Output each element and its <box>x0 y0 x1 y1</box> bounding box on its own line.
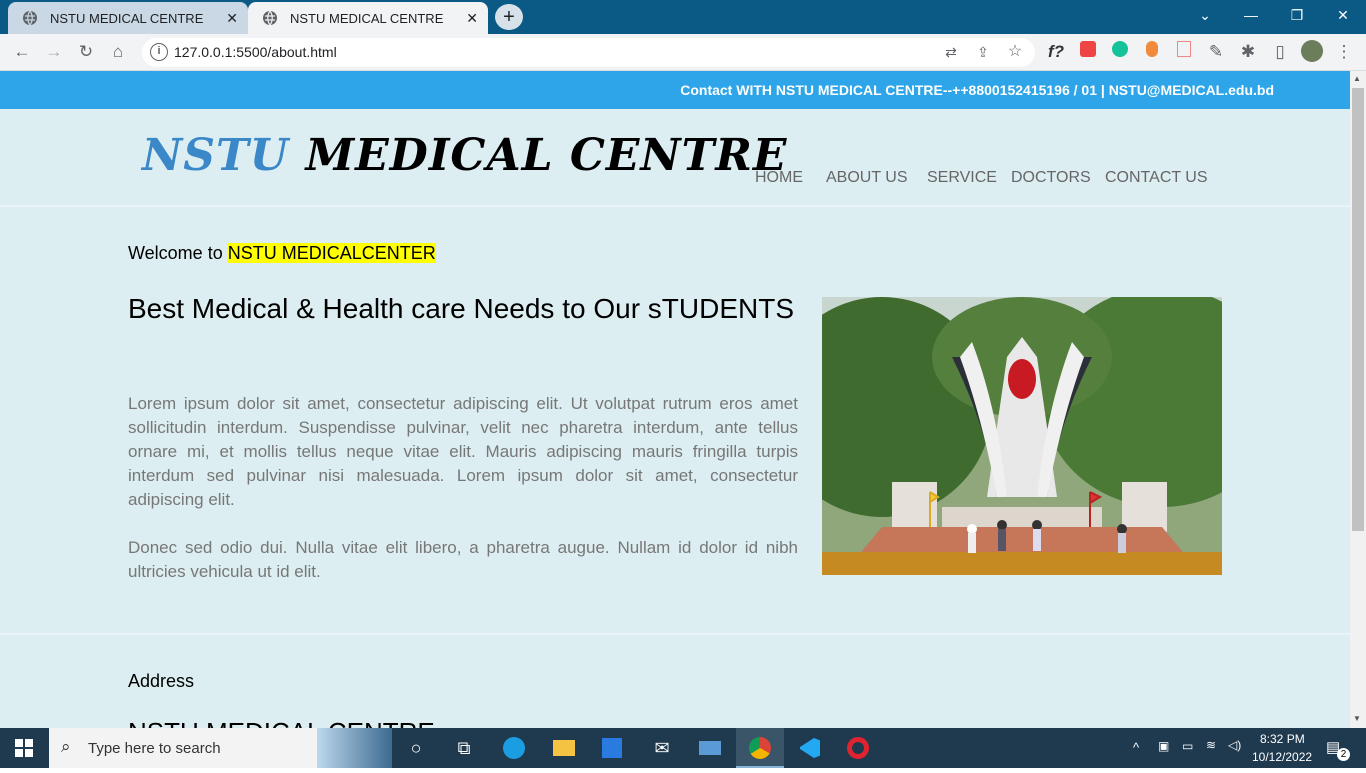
scrollbar-thumb[interactable] <box>1352 88 1364 531</box>
tab-search-chevron-icon[interactable]: ⌄ <box>1182 0 1228 30</box>
scroll-down-arrow-icon[interactable]: ▼ <box>1353 714 1361 723</box>
globe-icon <box>23 10 37 26</box>
meet-now-icon[interactable]: ▣ <box>1158 739 1169 753</box>
mail-icon[interactable]: ✉ <box>638 728 686 768</box>
taskbar-search-box[interactable]: ⌕ Type here to search <box>49 728 392 768</box>
battery-icon[interactable]: ▭ <box>1182 739 1193 753</box>
minimize-button[interactable]: — <box>1228 0 1274 30</box>
new-tab-button[interactable]: + <box>495 4 523 30</box>
microsoft-store-icon[interactable] <box>588 728 636 768</box>
nav-about-us[interactable]: ABOUT US <box>826 169 908 187</box>
web-page: Contact WITH NSTU MEDICAL CENTRE--++8800… <box>0 71 1350 728</box>
site-header: NSTU MEDICAL CENTRE HOME ABOUT US SERVIC… <box>0 109 1350 207</box>
eyedropper-icon[interactable]: ✎ <box>1204 40 1228 64</box>
file-explorer-icon[interactable] <box>540 728 588 768</box>
app-icon[interactable] <box>686 728 734 768</box>
logo-part-2: MEDICAL CENTRE <box>305 130 788 181</box>
close-window-button[interactable]: ✕ <box>1320 0 1366 30</box>
close-tab-icon[interactable]: ✕ <box>226 10 238 27</box>
site-logo[interactable]: NSTU MEDICAL CENTRE <box>142 130 787 181</box>
opera-icon[interactable] <box>834 728 882 768</box>
clock-time[interactable]: 8:32 PM <box>1260 732 1305 746</box>
url-text: 127.0.0.1:5500/about.html <box>174 44 337 60</box>
address-bar[interactable]: i 127.0.0.1:5500/about.html ⇄ ⇪ ☆ <box>142 38 1035 67</box>
browser-toolbar: ← → ↻ ⌂ i 127.0.0.1:5500/about.html ⇄ ⇪ … <box>0 34 1366 71</box>
notification-count-badge: 2 <box>1337 748 1350 761</box>
vscode-icon[interactable] <box>786 728 834 768</box>
globe-icon <box>263 10 277 26</box>
welcome-highlight: NSTU MEDICALCENTER <box>227 243 436 263</box>
contact-text: Contact WITH NSTU MEDICAL CENTRE--++8800… <box>680 82 1274 98</box>
clock-date[interactable]: 10/12/2022 <box>1252 750 1312 764</box>
address-heading: NSTU MEDICAL CENTRE <box>128 717 435 728</box>
site-info-icon[interactable]: i <box>150 43 168 61</box>
chrome-icon[interactable] <box>736 728 784 768</box>
browser-titlebar: NSTU MEDICAL CENTRE ✕ NSTU MEDICAL CENTR… <box>0 0 1366 34</box>
intro-paragraph: Lorem ipsum dolor sit amet, consectetur … <box>128 394 798 509</box>
close-tab-icon[interactable]: ✕ <box>466 10 478 27</box>
menu-dots-icon[interactable]: ⋮ <box>1332 40 1356 64</box>
extensions-puzzle-icon[interactable]: ✱ <box>1236 40 1260 64</box>
browser-tab-1[interactable]: NSTU MEDICAL CENTRE ✕ <box>8 2 248 34</box>
campus-monument-photo <box>822 297 1222 575</box>
extension-page-icon[interactable] <box>1172 40 1196 64</box>
search-highlight-image <box>317 728 392 768</box>
secondary-paragraph: Donec sed odio dui. Nulla vitae elit lib… <box>128 538 798 581</box>
volume-icon[interactable]: ◁) <box>1228 738 1241 752</box>
profile-avatar[interactable] <box>1300 40 1324 64</box>
search-placeholder: Type here to search <box>88 740 221 757</box>
windows-start-icon[interactable] <box>0 728 48 768</box>
section-divider <box>0 633 1350 635</box>
show-hidden-icons-icon[interactable]: ^ <box>1133 740 1139 755</box>
logo-part-1: NSTU <box>142 130 290 181</box>
welcome-text: Welcome to NSTU MEDICALCENTER <box>128 243 436 264</box>
contact-bar: Contact WITH NSTU MEDICAL CENTRE--++8800… <box>0 71 1350 109</box>
page-headline: Best Medical & Health care Needs to Our … <box>128 293 795 324</box>
formula-extension-icon[interactable]: f? <box>1044 40 1068 64</box>
reload-icon[interactable]: ↻ <box>74 40 98 64</box>
extension-icon[interactable] <box>1140 40 1164 64</box>
translate-icon[interactable]: ⇄ <box>939 40 963 64</box>
cortana-icon[interactable]: ○ <box>392 728 440 768</box>
side-panel-icon[interactable]: ▯ <box>1268 40 1292 64</box>
nav-service[interactable]: SERVICE <box>927 169 997 187</box>
share-icon[interactable]: ⇪ <box>971 40 995 64</box>
home-icon[interactable]: ⌂ <box>106 40 130 64</box>
scroll-up-arrow-icon[interactable]: ▲ <box>1353 74 1361 83</box>
back-arrow-icon[interactable]: ← <box>10 40 34 64</box>
welcome-prefix: Welcome to <box>128 243 228 263</box>
forward-arrow-icon[interactable]: → <box>42 40 66 64</box>
extension-badge-icon[interactable] <box>1076 40 1100 64</box>
browser-tab-2[interactable]: NSTU MEDICAL CENTRE ✕ <box>248 2 488 34</box>
nav-doctors[interactable]: DOCTORS <box>1011 169 1091 187</box>
address-label: Address <box>128 671 195 691</box>
edge-icon[interactable] <box>490 728 538 768</box>
nav-home[interactable]: HOME <box>755 169 803 187</box>
grammarly-icon[interactable] <box>1108 40 1132 64</box>
restore-button[interactable]: ❐ <box>1274 0 1320 30</box>
tab-title: NSTU MEDICAL CENTRE <box>50 10 204 26</box>
task-view-icon[interactable]: ⧉ <box>440 728 488 768</box>
nav-contact-us[interactable]: CONTACT US <box>1105 169 1208 187</box>
tab-title: NSTU MEDICAL CENTRE <box>290 10 444 26</box>
search-icon: ⌕ <box>61 737 71 756</box>
wifi-icon[interactable]: ≋ <box>1206 738 1216 752</box>
windows-taskbar: ⌕ Type here to search ○ ⧉ ✉ ^ ▣ ▭ ≋ ◁) 8… <box>0 728 1366 768</box>
bookmark-star-icon[interactable]: ☆ <box>1003 40 1027 64</box>
page-scrollbar[interactable]: ▲ ▼ <box>1350 71 1366 728</box>
